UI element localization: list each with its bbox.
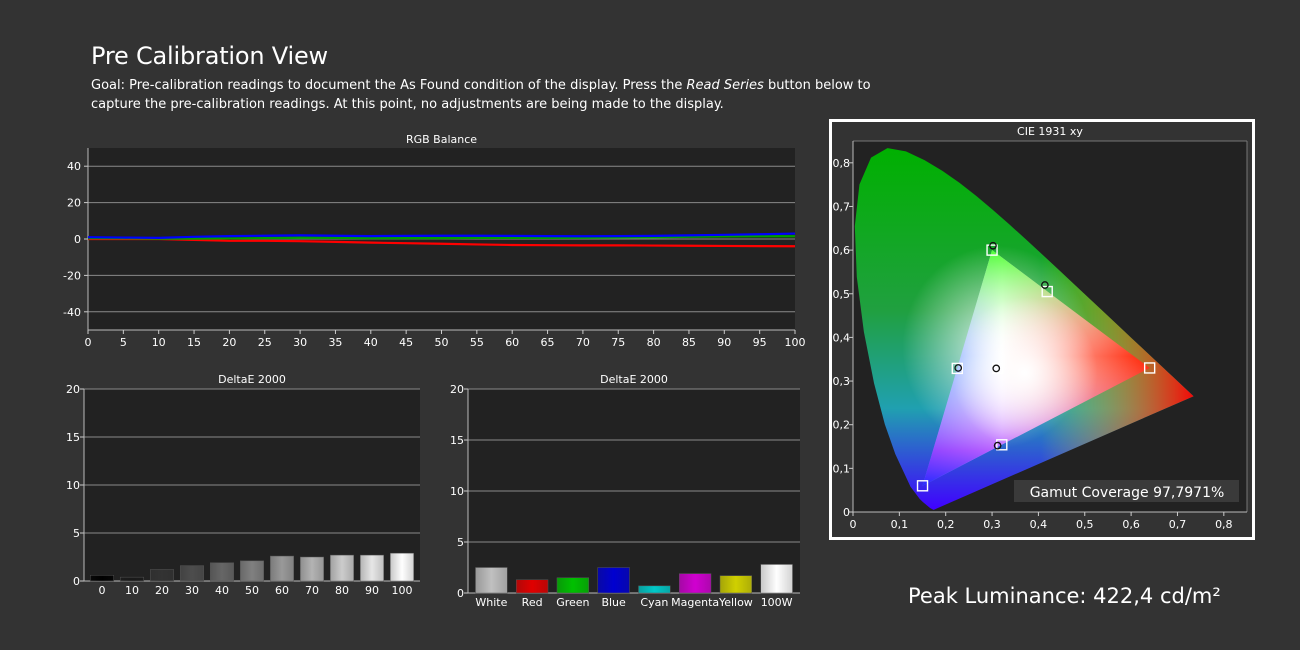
cie-xtick-label: 0,7 xyxy=(1169,518,1187,531)
de-color-ytick-label: 5 xyxy=(457,536,464,549)
cie-ytick-label: 0,1 xyxy=(833,462,851,475)
cie-title: CIE 1931 xy xyxy=(1017,125,1083,138)
rgb-xtick-label: 0 xyxy=(85,336,92,349)
de-gray-bar xyxy=(180,565,204,582)
rgb-xtick-label: 10 xyxy=(152,336,166,349)
de-color-title: DeltaE 2000 xyxy=(600,373,668,386)
rgb-xtick-label: 95 xyxy=(753,336,767,349)
de-gray-bar xyxy=(330,554,354,582)
rgb-xtick-label: 85 xyxy=(682,336,696,349)
de-gray-ytick-label: 15 xyxy=(66,431,80,444)
de-color-bar xyxy=(638,585,671,594)
de-gray-bar xyxy=(390,552,414,582)
de-color-xtick-label: Red xyxy=(522,596,543,609)
cie-ytick-label: 0,2 xyxy=(833,419,851,432)
rgb-xtick-label: 15 xyxy=(187,336,201,349)
rgb-xtick-label: 60 xyxy=(505,336,519,349)
de-gray-xtick-label: 80 xyxy=(335,584,349,597)
rgb-xtick-label: 90 xyxy=(717,336,731,349)
de-gray-xtick-label: 70 xyxy=(305,584,319,597)
de-color-bar xyxy=(678,573,712,594)
de-gray-xtick-label: 10 xyxy=(125,584,139,597)
de-color-ytick-label: 0 xyxy=(457,587,464,600)
rgb-xtick-label: 35 xyxy=(328,336,342,349)
rgb-ytick-label: 40 xyxy=(67,160,81,173)
peak-luminance: Peak Luminance: 422,4 cd/m² xyxy=(908,584,1221,608)
de-color-xtick-label: 100W xyxy=(761,596,793,609)
de-gray-bar xyxy=(150,569,174,582)
rgb-xtick-label: 20 xyxy=(222,336,236,349)
rgb-ytick-label: -20 xyxy=(63,269,81,282)
de-gray-xtick-label: 90 xyxy=(365,584,379,597)
de-gray-bar xyxy=(210,562,234,582)
cie-ytick-label: 0,8 xyxy=(833,157,851,170)
de-color-bar xyxy=(515,579,549,594)
rgb-xtick-label: 50 xyxy=(435,336,449,349)
de-color-xtick-label: Green xyxy=(556,596,589,609)
de-gray-ytick-label: 20 xyxy=(66,383,80,396)
rgb-xtick-label: 40 xyxy=(364,336,378,349)
de-color-ytick-label: 10 xyxy=(450,485,464,498)
de-gray-xtick-label: 30 xyxy=(185,584,199,597)
rgb-title: RGB Balance xyxy=(406,133,477,146)
de-gray-ytick-label: 5 xyxy=(73,527,80,540)
cie-ytick-label: 0,3 xyxy=(833,375,851,388)
de-gray-bar xyxy=(90,574,114,582)
cie-xtick-label: 0,1 xyxy=(891,518,909,531)
de-color-xtick-label: White xyxy=(475,596,507,609)
de-gray-xtick-label: 20 xyxy=(155,584,169,597)
rgb-xtick-label: 30 xyxy=(293,336,307,349)
rgb-xtick-label: 100 xyxy=(785,336,806,349)
de-color-bar xyxy=(719,575,753,594)
de-color-bar xyxy=(475,567,508,594)
rgb-xtick-label: 55 xyxy=(470,336,484,349)
rgb-xtick-label: 80 xyxy=(647,336,661,349)
cie-xtick-label: 0,3 xyxy=(983,518,1001,531)
de-color-ytick-label: 15 xyxy=(450,434,464,447)
de-gray-bar xyxy=(240,560,264,582)
rgb-xtick-label: 70 xyxy=(576,336,590,349)
cie-xtick-label: 0,5 xyxy=(1076,518,1094,531)
cie-ytick-label: 0,7 xyxy=(833,200,851,213)
rgb-xtick-label: 75 xyxy=(611,336,625,349)
de-gray-xtick-label: 40 xyxy=(215,584,229,597)
de-color-xtick-label: Cyan xyxy=(640,596,668,609)
de-color-bar xyxy=(597,567,630,594)
rgb-ytick-label: 0 xyxy=(74,233,81,246)
de-color-ytick-label: 20 xyxy=(450,383,464,396)
de-gray-xtick-label: 0 xyxy=(99,584,106,597)
gamut-coverage-label: Gamut Coverage 97,7971% xyxy=(1030,485,1225,501)
de-color-xtick-label: Yellow xyxy=(718,596,753,609)
de-color-bar xyxy=(760,564,793,594)
cie-ytick-label: 0,4 xyxy=(833,331,851,344)
charts-canvas: 40200-20-400 5 10 15 20 25 30 35 40 45 50 55 60 65 70 7… xyxy=(63,125,1248,609)
de-color-bar xyxy=(556,577,590,594)
de-gray-xtick-label: 100 xyxy=(392,584,413,597)
rgb-ytick-label: 20 xyxy=(67,197,81,210)
de-gray-bar xyxy=(300,556,324,582)
de-gray-xtick-label: 60 xyxy=(275,584,289,597)
cie-xtick-label: 0,8 xyxy=(1215,518,1233,531)
rgb-xtick-label: 5 xyxy=(120,336,127,349)
rgb-xtick-label: 65 xyxy=(541,336,555,349)
cie-ytick-label: 0,5 xyxy=(833,288,851,301)
cie-ytick-label: 0,6 xyxy=(833,244,851,257)
cie-xtick-label: 0,2 xyxy=(937,518,955,531)
cie-xtick-label: 0,6 xyxy=(1122,518,1140,531)
de-gray-title: DeltaE 2000 xyxy=(218,373,286,386)
de-gray-bar xyxy=(120,576,144,582)
rgb-xtick-label: 25 xyxy=(258,336,272,349)
cie-xtick-label: 0,4 xyxy=(1030,518,1048,531)
de-color-xtick-label: Blue xyxy=(601,596,626,609)
cie-xtick-label: 0 xyxy=(850,518,857,531)
de-gray-bar xyxy=(270,555,294,582)
de-gray-xtick-label: 50 xyxy=(245,584,259,597)
rgb-ytick-label: -40 xyxy=(63,306,81,319)
rgb-xtick-label: 45 xyxy=(399,336,413,349)
de-gray-ytick-label: 0 xyxy=(73,575,80,588)
de-color-xtick-label: Magenta xyxy=(671,596,719,609)
de-gray-bar xyxy=(360,554,384,582)
de-gray-ytick-label: 10 xyxy=(66,479,80,492)
